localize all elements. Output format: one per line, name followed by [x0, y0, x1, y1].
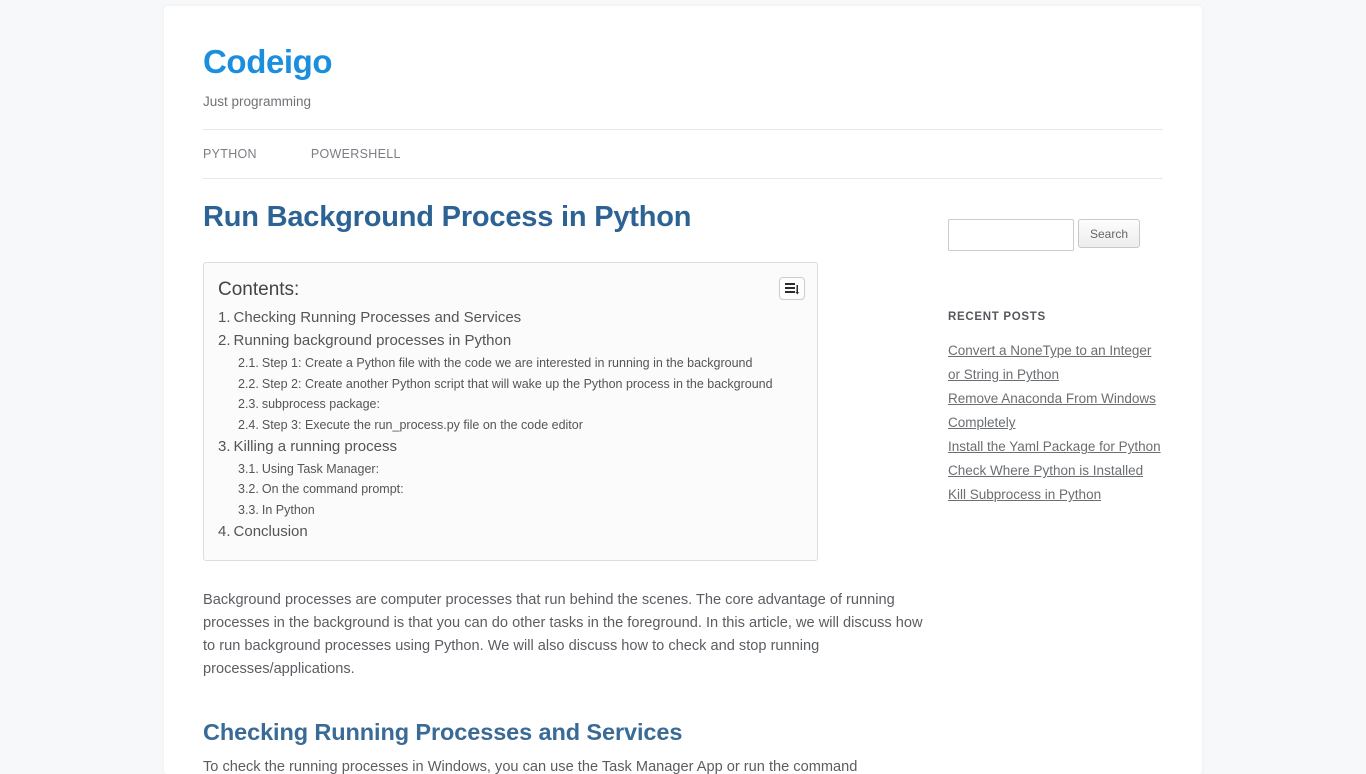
toc-item-label[interactable]: Step 2: Create another Python script tha… — [262, 377, 773, 391]
search-input[interactable] — [948, 219, 1074, 252]
toc-item: 2.3. subprocess package: — [216, 394, 799, 415]
toc-item-number: 1. — [218, 309, 231, 327]
toc-item-number: 2.2. — [238, 376, 259, 391]
toc-item-number: 3.2. — [238, 482, 259, 497]
toc-item: 1. Checking Running Processes and Service… — [216, 307, 799, 330]
page-container: Codeigo Just programming PYTHON POWERSHE… — [164, 6, 1202, 774]
toc-item: 3.2. On the command prompt: — [216, 479, 799, 500]
list-item: Kill Subprocess in Python — [948, 483, 1163, 507]
toc-item-label[interactable]: Conclusion — [234, 523, 308, 540]
toc-list: 1. Checking Running Processes and Service… — [216, 307, 799, 543]
search-button[interactable]: Search — [1078, 219, 1141, 249]
list-toggle-icon[interactable] — [779, 277, 805, 301]
toc-item-label[interactable]: Killing a running process — [234, 438, 397, 455]
toc-item-label[interactable]: In Python — [262, 503, 315, 517]
recent-post-link[interactable]: Convert a NoneType to an Integer or Stri… — [948, 343, 1151, 382]
recent-post-link[interactable]: Remove Anaconda From Windows Completely — [948, 391, 1156, 430]
recent-post-link[interactable]: Check Where Python is Installed — [948, 463, 1143, 478]
toc-item: 2.2. Step 2: Create another Python script… — [216, 374, 799, 395]
nav-item-python[interactable]: PYTHON — [203, 147, 257, 161]
toc-item: 3.3. In Python — [216, 500, 799, 521]
toc-heading: Contents: — [218, 279, 300, 301]
toc-item-number: 2.3. — [238, 397, 259, 412]
main-navigation: PYTHON POWERSHELL — [203, 129, 1163, 180]
toc-item: 2.1. Step 1: Create a Python file with th… — [216, 353, 799, 374]
toc-item-number: 4. — [218, 522, 231, 540]
toc-item: 3.1. Using Task Manager: — [216, 459, 799, 480]
recent-posts-list: Convert a NoneType to an Integer or Stri… — [948, 339, 1163, 507]
toc-item-label[interactable]: Step 1: Create a Python file with the co… — [262, 356, 753, 370]
toc-item-label[interactable]: Running background processes in Python — [234, 332, 512, 349]
list-item: Check Where Python is Installed — [948, 459, 1163, 483]
list-toggle-glyph — [785, 283, 799, 295]
content-wrapper: Run Background Process in Python Content… — [203, 179, 1163, 774]
toc-item-label[interactable]: subprocess package: — [262, 397, 380, 411]
primary-content: Run Background Process in Python Content… — [203, 201, 948, 774]
site-header: Codeigo Just programming — [203, 6, 1163, 109]
list-item: Remove Anaconda From Windows Completely — [948, 387, 1163, 435]
list-item: Convert a NoneType to an Integer or Stri… — [948, 339, 1163, 387]
toc-item-label[interactable]: Step 3: Execute the run_process.py file … — [262, 418, 583, 432]
toc-item-label[interactable]: Checking Running Processes and Services — [234, 309, 522, 326]
toc-item: 3. Killing a running process — [216, 436, 799, 459]
page-title: Run Background Process in Python — [203, 201, 692, 234]
section-heading: Checking Running Processes and Services — [203, 718, 683, 745]
toc-item: 2. Running background processes in Python — [216, 330, 799, 353]
section-paragraph: To check the running processes in Window… — [203, 758, 858, 774]
toc-item-number: 2.1. — [238, 355, 259, 370]
recent-post-link[interactable]: Kill Subprocess in Python — [948, 487, 1101, 502]
recent-post-link[interactable]: Install the Yaml Package for Python — [948, 439, 1161, 454]
toc-item-label[interactable]: On the command prompt: — [262, 482, 404, 496]
toc-item: 4. Conclusion — [216, 521, 799, 544]
toc-item-number: 3. — [218, 437, 231, 455]
toc-item-number: 2. — [218, 332, 231, 350]
table-of-contents: Contents: 1. Checking Running Processes a… — [203, 262, 818, 561]
toc-item-number: 3.3. — [238, 503, 259, 518]
sidebar: Search RECENT POSTS Convert a NoneType t… — [948, 201, 1163, 774]
recent-posts-title: RECENT POSTS — [948, 311, 1046, 324]
list-item: Install the Yaml Package for Python — [948, 435, 1163, 459]
nav-item-powershell[interactable]: POWERSHELL — [311, 147, 401, 161]
site-title[interactable]: Codeigo — [203, 43, 1163, 80]
toc-item: 2.4. Step 3: Execute the run_process.py f… — [216, 415, 799, 436]
toc-item-number: 2.4. — [238, 418, 259, 433]
toc-item-number: 3.1. — [238, 461, 259, 476]
site-description: Just programming — [203, 94, 312, 110]
intro-paragraph: Background processes are computer proces… — [203, 591, 923, 677]
search-form: Search — [948, 219, 1163, 252]
toc-item-label[interactable]: Using Task Manager: — [262, 462, 379, 476]
